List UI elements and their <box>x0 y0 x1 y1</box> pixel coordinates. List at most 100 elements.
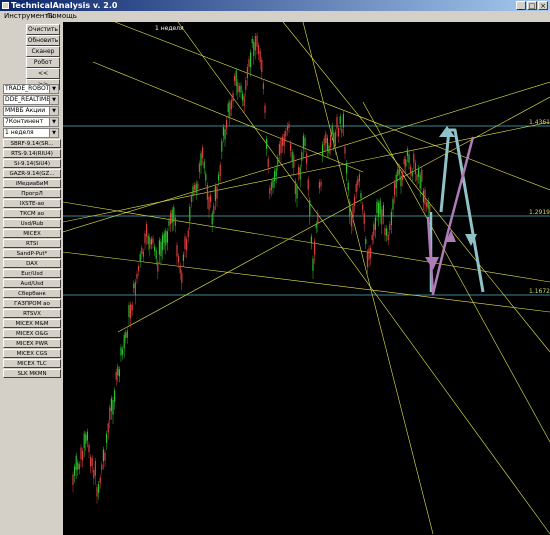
candle-body <box>210 195 212 203</box>
instrument-button[interactable]: Aud/Usd <box>3 279 61 288</box>
candle-body <box>403 158 405 165</box>
instrument-button[interactable]: SLK MKMN <box>3 369 61 378</box>
instrument-button[interactable]: MICEX O&G <box>3 329 61 338</box>
timeframe-select[interactable]: 1 неделя ▼ <box>3 128 59 138</box>
instrument-button[interactable]: ТКСМ ао <box>3 209 61 218</box>
candle-body <box>312 258 314 271</box>
candle-body <box>285 131 287 137</box>
instrument-button[interactable]: RTSVX <box>3 309 61 318</box>
candle-body <box>323 138 325 146</box>
candle-body <box>130 304 132 319</box>
instrument-button[interactable]: Сбербанк <box>3 289 61 298</box>
candle-body <box>90 457 92 467</box>
candle-body <box>333 132 335 144</box>
candle-body <box>301 152 303 161</box>
candle-body <box>293 154 295 168</box>
minimize-button[interactable]: _ <box>516 1 526 10</box>
scanner-button[interactable]: Сканер <box>26 46 60 57</box>
candle-body <box>162 235 164 251</box>
candle-body <box>99 477 101 484</box>
title-bar: TechnicalAnalysis v. 2.0 _ □ × <box>0 0 550 11</box>
candle-body <box>216 186 218 199</box>
clear-button[interactable]: Очистить <box>26 24 60 35</box>
candle-body <box>413 153 415 163</box>
instrument-button[interactable]: IXSTE-ао <box>3 199 61 208</box>
candle-body <box>91 458 93 467</box>
candle-body <box>416 174 418 181</box>
candle-body <box>408 154 410 163</box>
candle-body <box>208 196 210 210</box>
candle-body <box>390 211 392 225</box>
candle-body <box>427 200 429 209</box>
candle-body <box>194 185 196 190</box>
instrument-button[interactable]: SBRF-9.14(SR... <box>3 139 61 148</box>
prev-button[interactable]: << <box>26 68 60 79</box>
instrument-button[interactable]: RTSI <box>3 239 61 248</box>
candle-body <box>309 200 311 216</box>
candle-body <box>258 45 260 54</box>
candle-body <box>342 114 344 128</box>
price-level-label: 1.1672 <box>529 288 550 295</box>
candle-body <box>298 167 300 175</box>
candle-body <box>421 169 423 182</box>
refresh-button[interactable]: Обновить <box>26 35 60 46</box>
candle-body <box>419 175 421 189</box>
candle-body <box>379 200 381 215</box>
instrument-button[interactable]: SandP-Put* <box>3 249 61 258</box>
instrument-button[interactable]: MICEX M&M <box>3 319 61 328</box>
ticker-select[interactable]: 7Континент ▼ <box>3 117 59 127</box>
instrument-button[interactable]: iМедиаБиМ <box>3 179 61 188</box>
feed-select[interactable]: DDE_REALTIME ▼ <box>3 95 59 105</box>
candle-body <box>262 83 264 90</box>
instrument-button[interactable]: MICEX CGS <box>3 349 61 358</box>
candle-body <box>280 139 282 154</box>
candle-body <box>86 431 88 441</box>
candle-body <box>374 217 376 230</box>
candle-body <box>242 93 244 101</box>
candle-body <box>259 51 261 63</box>
market-select[interactable]: ММВБ Акции ▼ <box>3 106 59 116</box>
candle-body <box>171 209 173 223</box>
candle-body <box>411 171 413 177</box>
instrument-button[interactable]: Usd/Rub <box>3 219 61 228</box>
candle-body <box>146 224 148 237</box>
instrument-button[interactable]: DAX <box>3 259 61 268</box>
candle-body <box>320 181 322 187</box>
candle-body <box>117 366 119 376</box>
candle-body <box>154 246 156 252</box>
instrument-button[interactable]: MICEX TLC <box>3 359 61 368</box>
candle-body <box>354 196 356 207</box>
instrument-button[interactable]: ПрогрЛ <box>3 189 61 198</box>
candle-body <box>221 141 223 152</box>
candle-body <box>291 152 293 162</box>
source-select[interactable]: TRADE_ROBOT ▼ <box>3 84 59 94</box>
instrument-button[interactable]: GAZR-9.14(GZ... <box>3 169 61 178</box>
price-chart[interactable]: 1 неделя 1.4361 1.2919 1.1672 <box>63 22 550 535</box>
instrument-button[interactable]: ГАЗПРОМ ао <box>3 299 61 308</box>
trend-line <box>177 22 550 535</box>
trend-line <box>282 22 550 353</box>
candle-body <box>392 199 394 210</box>
instrument-button[interactable]: Si-9.14(SiU4) <box>3 159 61 168</box>
menu-bar: Инструменты Помощь <box>0 11 550 22</box>
chevron-down-icon: ▼ <box>49 129 58 137</box>
robot-button[interactable]: Робот <box>26 57 60 68</box>
candle-body <box>240 85 242 93</box>
candle-body <box>341 128 343 134</box>
instrument-button[interactable]: Eur/Usd <box>3 269 61 278</box>
candle-body <box>165 230 167 246</box>
close-button[interactable]: × <box>538 1 548 10</box>
candle-body <box>246 67 248 79</box>
candle-body <box>72 474 74 485</box>
menu-help[interactable]: Помощь <box>45 11 79 22</box>
candle-body <box>184 236 186 250</box>
candle-body <box>389 224 391 231</box>
candle-body <box>141 247 143 254</box>
maximize-button[interactable]: □ <box>527 1 537 10</box>
instrument-button[interactable]: RTS-9.14(RIU4) <box>3 149 61 158</box>
instrument-button[interactable]: MICEX PWR <box>3 339 61 348</box>
instrument-button[interactable]: MICEX <box>3 229 61 238</box>
price-level-label: 1.2919 <box>529 209 550 216</box>
candle-body <box>347 182 349 191</box>
candle-body <box>134 282 136 296</box>
